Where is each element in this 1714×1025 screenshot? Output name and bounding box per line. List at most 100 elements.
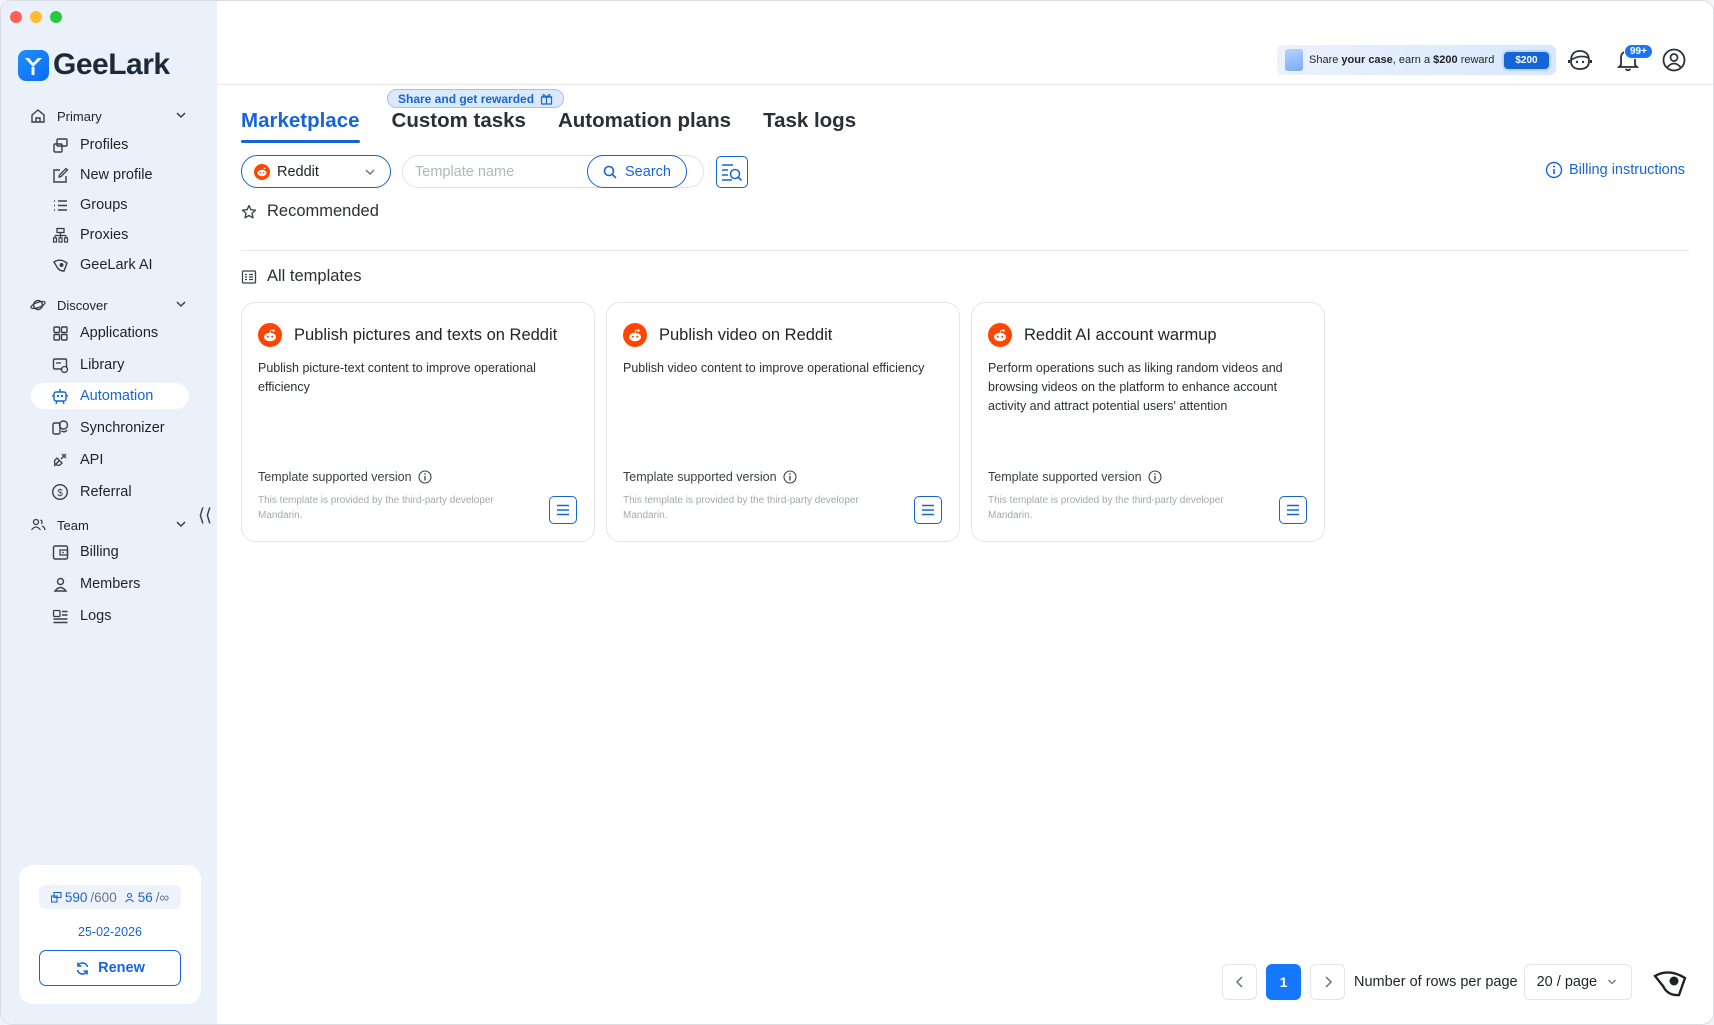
info-icon[interactable]: [783, 470, 797, 484]
sidebar-section-primary[interactable]: Primary: [30, 108, 188, 124]
sidebar-item-api[interactable]: API: [31, 447, 189, 473]
plan-card: 590/600 56/∞ 25-02-2026 Renew: [19, 865, 201, 1004]
billing-link-label: Billing instructions: [1569, 162, 1686, 178]
chevron-down-icon: [1608, 979, 1617, 985]
all-templates-heading: All templates: [241, 267, 361, 286]
tab-automation-plans[interactable]: Automation plans: [558, 109, 731, 143]
support-icon[interactable]: [1567, 47, 1593, 73]
sidebar-item-label: Members: [80, 576, 141, 592]
proxy-icon: [51, 226, 69, 244]
menu-lines-icon: [1287, 504, 1299, 516]
chevron-down-icon[interactable]: [174, 517, 188, 531]
info-icon[interactable]: [1148, 470, 1162, 484]
geelark-logo-icon: [18, 49, 49, 81]
sidebar-item-label: Profiles: [80, 137, 129, 153]
page-number-button[interactable]: 1: [1266, 964, 1301, 1000]
sidebar-item-logs[interactable]: Logs: [31, 603, 189, 629]
chevron-down-icon[interactable]: [174, 108, 188, 122]
search-button[interactable]: Search: [587, 155, 687, 188]
sidebar-item-referral[interactable]: $ Referral: [31, 479, 189, 505]
sidebar-item-geelark-ai[interactable]: GeeLark AI: [31, 252, 189, 278]
sidebar-item-synchronizer[interactable]: Synchronizer: [31, 415, 189, 441]
template-version: Template supported version: [623, 470, 797, 484]
info-icon: [1545, 161, 1563, 179]
template-version: Template supported version: [258, 470, 432, 484]
sidebar-item-proxies[interactable]: Proxies: [31, 222, 189, 248]
api-icon: [51, 451, 69, 469]
template-version: Template supported version: [988, 470, 1162, 484]
sidebar-item-groups[interactable]: Groups: [31, 192, 189, 218]
sidebar-item-label: Referral: [80, 484, 132, 500]
billing-instructions-link[interactable]: Billing instructions: [1545, 161, 1685, 179]
sidebar-item-label: Billing: [80, 544, 119, 560]
minimize-window-button[interactable]: [30, 11, 42, 23]
template-title: Reddit AI account warmup: [1024, 325, 1217, 344]
template-card[interactable]: Publish video on Reddit Publish video co…: [606, 302, 960, 542]
search-icon: [603, 165, 617, 179]
sidebar-item-profiles[interactable]: Profiles: [31, 132, 189, 158]
list-icon: [51, 196, 69, 214]
template-details-button[interactable]: [1279, 496, 1307, 524]
info-icon[interactable]: [418, 470, 432, 484]
sidebar-item-new-profile[interactable]: New profile: [31, 162, 189, 188]
tab-custom-tasks[interactable]: Custom tasks: [392, 109, 526, 143]
person-icon: [124, 892, 134, 902]
tab-marketplace[interactable]: Marketplace: [241, 109, 360, 143]
template-card-header: Publish pictures and texts on Reddit: [258, 323, 557, 347]
prev-page-button[interactable]: [1222, 964, 1257, 1000]
collapse-sidebar-button[interactable]: ⟨⟨: [198, 505, 212, 526]
platform-select[interactable]: Reddit: [241, 155, 391, 188]
profiles-icon: [51, 136, 69, 154]
template-name-input[interactable]: [403, 156, 603, 187]
promo-amount-badge: $200: [1504, 51, 1549, 69]
sidebar-section-team[interactable]: Team: [30, 517, 188, 533]
list-search-icon: [722, 163, 743, 181]
template-card[interactable]: Reddit AI account warmup Perform operati…: [971, 302, 1325, 542]
template-description: Publish video content to improve operati…: [623, 361, 925, 375]
user-account-icon[interactable]: [1661, 47, 1687, 73]
share-and-get-rewarded-tag[interactable]: Share and get rewarded: [387, 89, 565, 108]
template-details-button[interactable]: [549, 496, 577, 524]
template-title: Publish video on Reddit: [659, 325, 833, 344]
template-version-label: Template supported version: [258, 470, 412, 484]
share-tag-label: Share and get rewarded: [398, 91, 535, 106]
next-page-button[interactable]: [1310, 964, 1345, 1000]
tab-task-logs[interactable]: Task logs: [763, 109, 856, 143]
template-details-button[interactable]: [914, 496, 942, 524]
gift-icon: [540, 94, 553, 105]
refresh-icon: [76, 961, 89, 975]
chevron-right-icon: [1324, 976, 1332, 988]
template-card[interactable]: Publish pictures and texts on Reddit Pub…: [241, 302, 595, 542]
close-window-button[interactable]: [10, 11, 22, 23]
member-quota: 56/∞: [124, 890, 169, 905]
sidebar-item-applications[interactable]: Applications: [31, 320, 189, 346]
advanced-search-button[interactable]: [716, 155, 748, 188]
section-label: Primary: [57, 108, 102, 124]
renew-button[interactable]: Renew: [39, 950, 181, 986]
template-search-group: Search: [402, 155, 704, 188]
chevron-left-icon: [1235, 976, 1243, 988]
rows-per-page-select[interactable]: 20 / page: [1523, 964, 1632, 1000]
recommended-heading: Recommended: [241, 202, 379, 221]
geelark-assistant-icon[interactable]: [1653, 967, 1687, 999]
logs-icon: [51, 607, 69, 625]
profiles-used: 590: [64, 889, 88, 905]
sidebar-item-billing[interactable]: Billing: [31, 539, 189, 565]
share-case-promo-banner[interactable]: Share your case, earn a $200 reward $200: [1277, 45, 1556, 75]
template-title: Publish pictures and texts on Reddit: [294, 325, 558, 344]
search-button-label: Search: [625, 163, 671, 180]
platform-select-value: Reddit: [277, 163, 319, 180]
maximize-window-button[interactable]: [50, 11, 62, 23]
promo-text: Share your case, earn a $200 reward: [1309, 54, 1495, 66]
chevron-down-icon: [365, 169, 375, 175]
chevron-down-icon[interactable]: [174, 297, 188, 311]
sidebar-item-automation[interactable]: Automation: [31, 383, 189, 409]
sidebar-item-library[interactable]: Library: [31, 352, 189, 378]
app-logo[interactable]: GeeLark: [18, 48, 170, 82]
sidebar-section-discover[interactable]: Discover: [30, 297, 188, 313]
plan-expiry-date: 25-02-2026: [78, 925, 142, 939]
recommended-label: Recommended: [267, 202, 379, 220]
sidebar-item-members[interactable]: Members: [31, 571, 189, 597]
template-card-header: Publish video on Reddit: [623, 323, 832, 347]
rows-per-page-value: 20 / page: [1536, 974, 1598, 990]
